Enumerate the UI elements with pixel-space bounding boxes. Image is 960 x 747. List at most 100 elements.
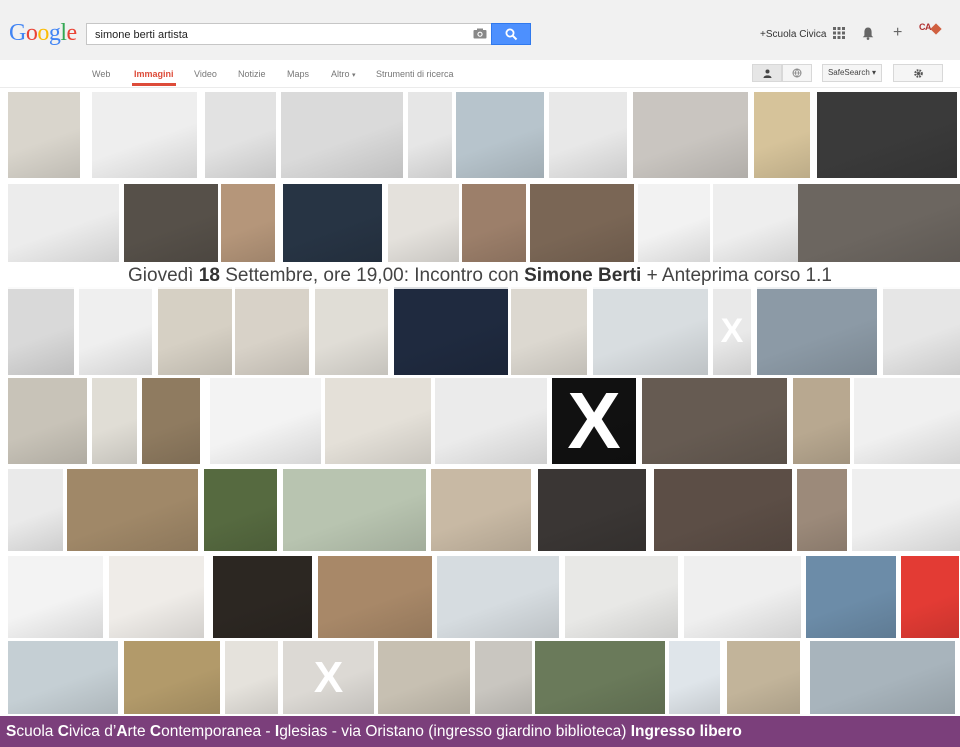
- image-thumbnail[interactable]: X: [552, 378, 636, 464]
- tab-news[interactable]: Notizie: [238, 69, 266, 79]
- globe-icon: [792, 68, 802, 78]
- image-thumbnail[interactable]: [435, 378, 547, 464]
- image-thumbnail[interactable]: [205, 92, 276, 178]
- image-thumbnail[interactable]: [67, 469, 198, 551]
- search-nav: Web Immagini Video Notizie Maps Altro ▾ …: [0, 60, 960, 88]
- image-thumbnail[interactable]: [79, 287, 152, 375]
- image-thumbnail[interactable]: [235, 287, 309, 375]
- image-thumbnail[interactable]: [793, 378, 850, 464]
- image-thumbnail[interactable]: [394, 287, 508, 375]
- tab-web[interactable]: Web: [92, 69, 110, 79]
- search-button[interactable]: [491, 23, 531, 45]
- image-thumbnail[interactable]: [852, 469, 960, 551]
- image-thumbnail[interactable]: [225, 641, 278, 714]
- image-thumbnail[interactable]: [797, 469, 847, 551]
- tab-search-tools[interactable]: Strumenti di ricerca: [376, 69, 454, 79]
- footer-text-3: rte: [127, 723, 150, 740]
- image-thumbnail[interactable]: [8, 469, 63, 551]
- image-thumbnail[interactable]: [431, 469, 531, 551]
- image-thumbnail[interactable]: [817, 92, 957, 178]
- private-results-button[interactable]: [752, 64, 782, 82]
- image-thumbnail[interactable]: [281, 92, 403, 178]
- tab-video[interactable]: Video: [194, 69, 217, 79]
- image-thumbnail[interactable]: [318, 556, 432, 638]
- image-thumbnail[interactable]: [283, 469, 426, 551]
- image-thumbnail[interactable]: [283, 184, 382, 262]
- image-thumbnail[interactable]: [565, 556, 678, 638]
- image-thumbnail[interactable]: [142, 378, 200, 464]
- footer-initial-c2: C: [149, 723, 162, 740]
- image-thumbnail[interactable]: [462, 184, 526, 262]
- image-thumbnail[interactable]: [92, 378, 137, 464]
- image-thumbnail[interactable]: X: [713, 287, 751, 375]
- tab-more[interactable]: Altro ▾: [331, 69, 356, 79]
- image-thumbnail[interactable]: [325, 378, 431, 464]
- account-link[interactable]: +Scuola Civica: [760, 29, 826, 40]
- image-thumbnail[interactable]: [511, 287, 587, 375]
- image-thumbnail[interactable]: [549, 92, 627, 178]
- avatar[interactable]: CA: [919, 22, 943, 44]
- image-thumbnail[interactable]: [810, 641, 955, 714]
- image-thumbnail[interactable]: [713, 184, 799, 262]
- camera-icon[interactable]: [473, 28, 487, 39]
- image-thumbnail[interactable]: [854, 378, 960, 464]
- image-thumbnail[interactable]: [408, 92, 452, 178]
- apps-grid-icon[interactable]: [833, 27, 845, 39]
- image-thumbnail[interactable]: [221, 184, 275, 262]
- image-thumbnail[interactable]: [8, 556, 103, 638]
- image-thumbnail[interactable]: [654, 469, 792, 551]
- image-thumbnail[interactable]: [210, 378, 321, 464]
- image-thumbnail[interactable]: [901, 556, 959, 638]
- image-thumbnail[interactable]: [806, 556, 896, 638]
- image-thumbnail[interactable]: [8, 184, 119, 262]
- image-thumbnail[interactable]: [158, 287, 232, 375]
- search-input[interactable]: simone berti artista: [86, 23, 491, 45]
- share-plus-icon[interactable]: +: [893, 25, 902, 41]
- image-thumbnail[interactable]: [8, 287, 74, 375]
- image-results-grid: X X X: [0, 88, 960, 714]
- image-thumbnail[interactable]: [456, 92, 544, 178]
- image-thumbnail[interactable]: [315, 287, 388, 375]
- image-thumbnail[interactable]: [684, 556, 801, 638]
- image-thumbnail[interactable]: [124, 184, 218, 262]
- image-thumbnail[interactable]: [757, 287, 877, 375]
- active-tab-indicator: [132, 83, 176, 86]
- image-thumbnail[interactable]: [8, 92, 80, 178]
- image-thumbnail[interactable]: [388, 184, 459, 262]
- public-results-button[interactable]: [782, 64, 812, 82]
- tab-maps[interactable]: Maps: [287, 69, 309, 79]
- image-thumbnail[interactable]: [727, 641, 800, 714]
- image-thumbnail[interactable]: [475, 641, 532, 714]
- safesearch-button[interactable]: SafeSearch ▾: [822, 64, 882, 82]
- x-mark-graphic: X: [313, 652, 344, 702]
- logo-letter: o: [37, 20, 49, 46]
- notifications-bell-icon[interactable]: [862, 27, 874, 40]
- image-thumbnail[interactable]: [593, 287, 708, 375]
- image-thumbnail[interactable]: [437, 556, 559, 638]
- image-thumbnail[interactable]: [378, 641, 470, 714]
- image-thumbnail[interactable]: [538, 469, 646, 551]
- settings-button[interactable]: [893, 64, 943, 82]
- image-thumbnail[interactable]: [633, 92, 748, 178]
- image-thumbnail[interactable]: [8, 378, 87, 464]
- image-thumbnail[interactable]: [530, 184, 634, 262]
- image-thumbnail[interactable]: [92, 92, 197, 178]
- logo-letter: o: [25, 20, 38, 46]
- image-thumbnail[interactable]: [754, 92, 810, 178]
- image-thumbnail[interactable]: [642, 378, 787, 464]
- image-thumbnail[interactable]: [213, 556, 312, 638]
- caret-down-icon: ▾: [352, 72, 356, 79]
- google-logo[interactable]: Google: [9, 20, 77, 47]
- image-thumbnail[interactable]: X: [283, 641, 374, 714]
- image-thumbnail[interactable]: [109, 556, 204, 638]
- image-thumbnail[interactable]: [124, 641, 220, 714]
- image-thumbnail[interactable]: [8, 641, 118, 714]
- image-thumbnail[interactable]: [883, 287, 960, 375]
- image-thumbnail[interactable]: [638, 184, 710, 262]
- image-thumbnail[interactable]: [204, 469, 277, 551]
- image-thumbnail[interactable]: [798, 184, 960, 262]
- image-thumbnail[interactable]: [669, 641, 720, 714]
- image-thumbnail[interactable]: [535, 641, 665, 714]
- tab-images[interactable]: Immagini: [134, 69, 174, 79]
- footer-text-2: ivica d’: [68, 723, 117, 740]
